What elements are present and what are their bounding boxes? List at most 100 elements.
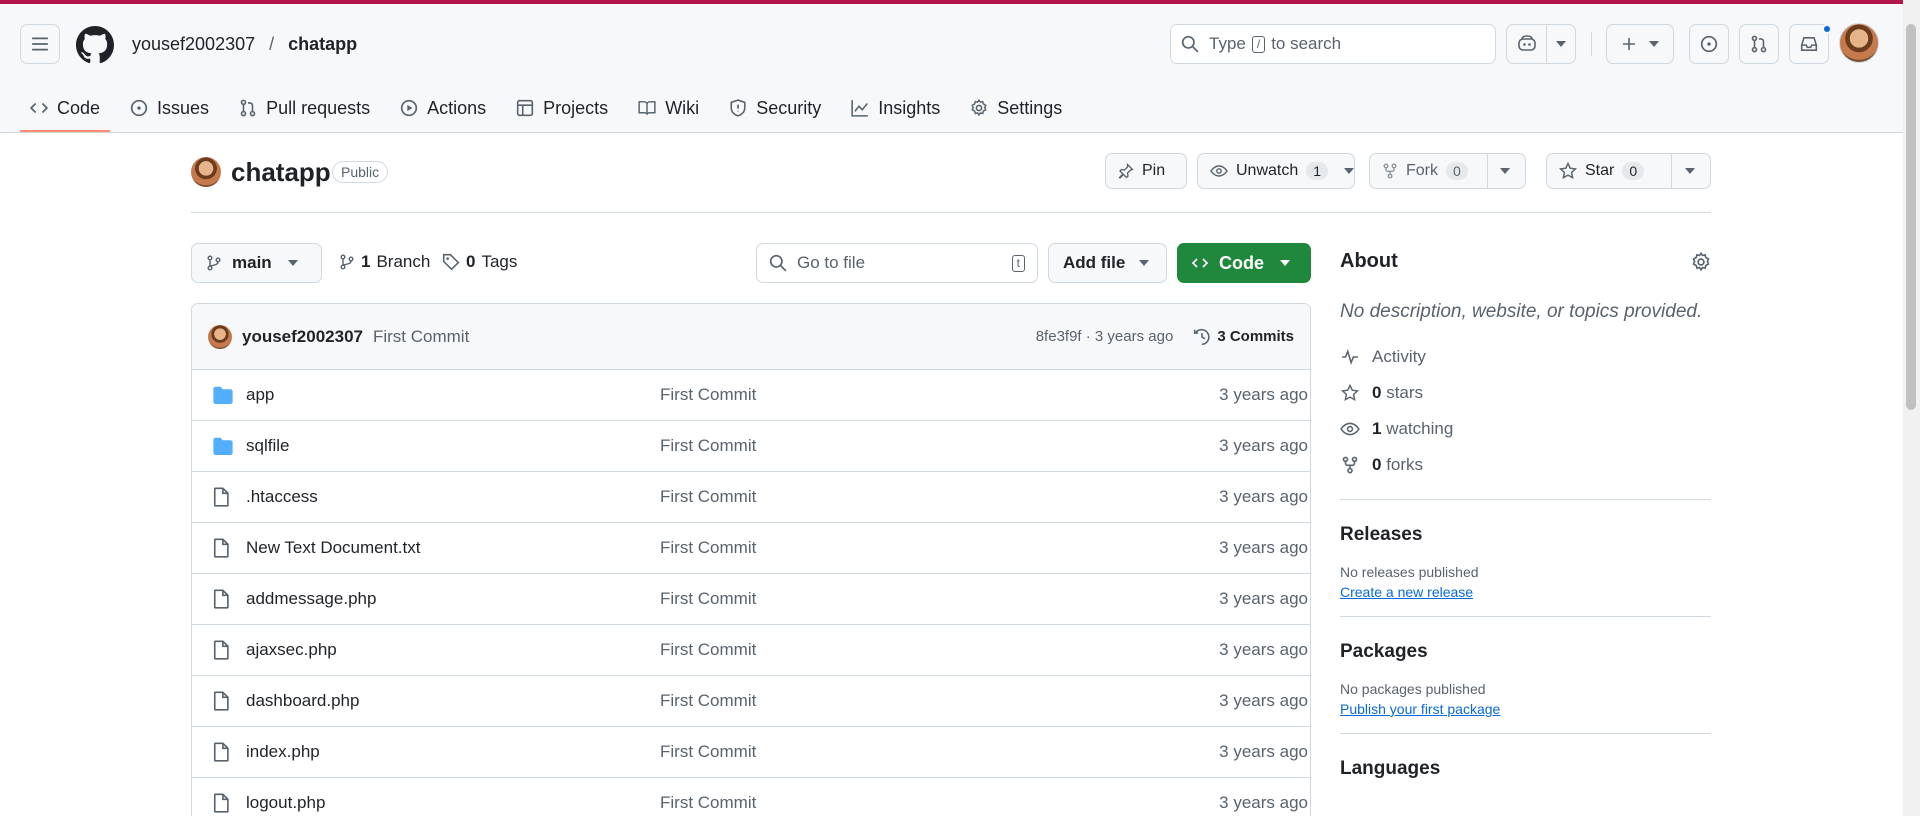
global-search-input[interactable]: Type / to search <box>1170 24 1496 64</box>
issues-shortcut-button[interactable] <box>1689 24 1729 64</box>
star-dropdown[interactable] <box>1671 154 1708 188</box>
file-commit-date: 3 years ago <box>1219 538 1308 557</box>
file-commit-message[interactable]: First Commit <box>660 742 1200 762</box>
file-commit-message[interactable]: First Commit <box>660 640 1200 660</box>
file-name[interactable]: app <box>246 385 660 405</box>
code-download-button[interactable]: Code <box>1177 243 1311 283</box>
search-icon <box>769 254 787 272</box>
fork-button-group: Fork 0 <box>1369 153 1526 189</box>
file-commit-message[interactable]: First Commit <box>660 589 1200 609</box>
star-icon <box>1340 384 1360 402</box>
stars-label: stars <box>1386 383 1424 402</box>
chevron-down-icon <box>1649 41 1659 47</box>
pull-requests-shortcut-button[interactable] <box>1739 24 1779 64</box>
chevron-down-icon <box>1500 168 1510 174</box>
file-row[interactable]: addmessage.php First Commit 3 years ago <box>192 574 1310 625</box>
tags-count: 0 <box>466 252 476 271</box>
file-row[interactable]: logout.php First Commit 3 years ago <box>192 778 1310 816</box>
commits-history-link[interactable]: 3 Commits <box>1193 328 1294 346</box>
file-name[interactable]: addmessage.php <box>246 589 660 609</box>
tab-actions[interactable]: Actions <box>390 84 496 132</box>
tab-security[interactable]: Security <box>719 84 831 132</box>
releases-title[interactable]: Releases <box>1340 524 1711 546</box>
create-release-link[interactable]: Create a new release <box>1340 584 1711 600</box>
file-name[interactable]: index.php <box>246 742 660 762</box>
go-to-file-input[interactable]: Go to file t <box>756 243 1038 283</box>
github-logo-icon[interactable] <box>76 26 114 64</box>
tab-wiki[interactable]: Wiki <box>628 84 709 132</box>
file-name[interactable]: New Text Document.txt <box>246 538 660 558</box>
file-commit-message[interactable]: First Commit <box>660 487 1200 507</box>
forks-link[interactable]: 0 forks <box>1340 447 1711 483</box>
activity-link[interactable]: Activity <box>1340 339 1711 375</box>
branches-link[interactable]: 1 Branch <box>339 252 430 272</box>
tab-settings[interactable]: Settings <box>960 84 1072 132</box>
file-icon <box>212 639 234 661</box>
file-name[interactable]: dashboard.php <box>246 691 660 711</box>
pin-icon <box>1118 163 1134 179</box>
file-row[interactable]: New Text Document.txt First Commit 3 years… <box>192 523 1310 574</box>
file-name[interactable]: sqlfile <box>246 436 660 456</box>
watching-link[interactable]: 1 watching <box>1340 411 1711 447</box>
fork-dropdown[interactable] <box>1487 154 1522 188</box>
file-commit-message[interactable]: First Commit <box>660 436 1200 456</box>
branch-selector[interactable]: main <box>191 243 322 283</box>
issue-icon <box>1700 35 1718 53</box>
gear-icon[interactable] <box>1691 251 1711 272</box>
file-commit-message[interactable]: First Commit <box>660 691 1200 711</box>
watch-button-group: Unwatch 1 <box>1197 153 1355 189</box>
breadcrumb-owner[interactable]: yousef2002307 <box>132 34 255 55</box>
create-new-button[interactable] <box>1606 24 1674 64</box>
stars-link[interactable]: 0 stars <box>1340 375 1711 411</box>
copilot-dropdown[interactable] <box>1547 25 1575 63</box>
commit-hash-time[interactable]: 8fe3f9f · 3 years ago <box>1036 328 1174 345</box>
copilot-button[interactable] <box>1507 25 1546 63</box>
pin-button[interactable]: Pin <box>1105 153 1187 189</box>
user-avatar[interactable] <box>1839 23 1879 63</box>
menu-button[interactable] <box>20 24 60 64</box>
commit-author[interactable]: yousef2002307 <box>242 327 363 347</box>
star-button[interactable]: Star 0 <box>1547 154 1671 188</box>
add-file-button[interactable]: Add file <box>1048 243 1167 283</box>
eye-icon <box>1210 165 1228 177</box>
file-row[interactable]: app First Commit 3 years ago <box>192 370 1310 421</box>
file-commit-message[interactable]: First Commit <box>660 385 1200 405</box>
search-icon <box>1181 35 1199 53</box>
file-row[interactable]: .htaccess First Commit 3 years ago <box>192 472 1310 523</box>
file-row[interactable]: ajaxsec.php First Commit 3 years ago <box>192 625 1310 676</box>
tab-projects[interactable]: Projects <box>506 84 618 132</box>
tags-link[interactable]: 0 Tags <box>442 252 517 272</box>
file-name[interactable]: ajaxsec.php <box>246 640 660 660</box>
branch-name: main <box>232 253 272 272</box>
star-count: 0 <box>1622 162 1645 180</box>
tab-issues[interactable]: Issues <box>120 84 219 132</box>
file-name[interactable]: logout.php <box>246 793 660 813</box>
watch-dropdown[interactable] <box>1336 168 1362 174</box>
repo-title[interactable]: chatapp <box>231 157 331 188</box>
file-commit-message[interactable]: First Commit <box>660 793 1200 813</box>
tab-pull-requests[interactable]: Pull requests <box>229 84 380 132</box>
file-commit-date: 3 years ago <box>1219 691 1308 710</box>
fork-button[interactable]: Fork 0 <box>1370 154 1487 188</box>
watching-count: 1 <box>1372 419 1382 438</box>
commit-message[interactable]: First Commit <box>373 327 469 347</box>
breadcrumb-repo[interactable]: chatapp <box>288 34 357 55</box>
tab-code[interactable]: Code <box>20 84 111 132</box>
file-row[interactable]: index.php First Commit 3 years ago <box>192 727 1310 778</box>
tab-insights[interactable]: Insights <box>841 84 950 132</box>
file-icon <box>212 486 234 508</box>
file-row[interactable]: sqlfile First Commit 3 years ago <box>192 421 1310 472</box>
publish-package-link[interactable]: Publish your first package <box>1340 701 1711 717</box>
file-name[interactable]: .htaccess <box>246 487 660 507</box>
notification-dot <box>1822 24 1832 34</box>
search-kbd-hint: / <box>1251 35 1266 53</box>
file-commit-message[interactable]: First Commit <box>660 538 1200 558</box>
scrollbar-thumb[interactable] <box>1906 24 1916 410</box>
file-row[interactable]: dashboard.php First Commit 3 years ago <box>192 676 1310 727</box>
unwatch-button[interactable]: Unwatch 1 <box>1198 154 1336 188</box>
file-commit-date: 3 years ago <box>1219 436 1308 455</box>
gear-icon <box>971 99 987 117</box>
eye-icon <box>1340 422 1360 436</box>
hamburger-icon <box>32 37 48 51</box>
packages-title[interactable]: Packages <box>1340 641 1711 663</box>
